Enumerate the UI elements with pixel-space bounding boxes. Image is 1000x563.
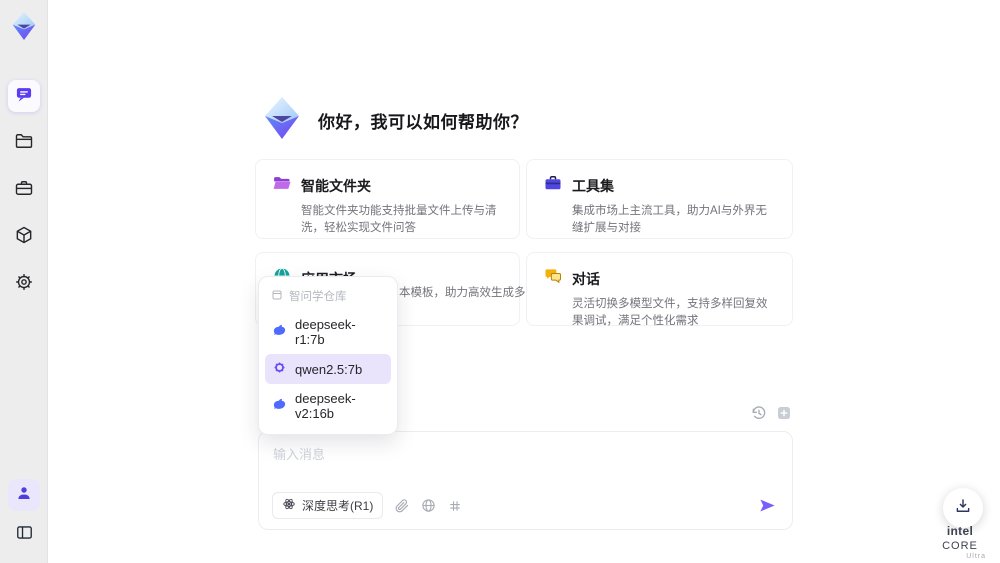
greeting-row: 你好，我可以如何帮助你？ xyxy=(258,94,528,147)
folder-icon xyxy=(14,131,34,156)
sidebar-item-settings[interactable] xyxy=(8,268,40,300)
atom-icon xyxy=(282,497,296,514)
history-icon[interactable] xyxy=(751,405,767,421)
qwen-icon xyxy=(272,360,287,378)
globe-icon[interactable] xyxy=(421,498,436,513)
panel-icon xyxy=(15,523,34,547)
model-option-label: deepseek-v2:16b xyxy=(295,391,356,421)
paperclip-icon[interactable] xyxy=(395,498,409,513)
gear-icon xyxy=(14,272,34,297)
sidebar-item-collapse[interactable] xyxy=(8,519,40,551)
sidebar-bottom xyxy=(8,479,40,551)
briefcase-blue-icon xyxy=(543,173,563,198)
card-desc: 集成市场上主流工具，助力AI与外界无缝扩展与对接 xyxy=(572,205,767,235)
deepseek-whale-icon xyxy=(272,323,287,341)
download-icon xyxy=(954,497,972,520)
model-option-label: deepseek-r1:7b xyxy=(295,317,356,347)
deep-think-label: 深度思考(R1) xyxy=(302,499,374,513)
card-smart-folder[interactable]: 智能文件夹 智能文件夹功能支持批量文件上传与清洗，轻松实现文件问答 xyxy=(255,159,520,239)
intel-brand-text: intel xyxy=(946,524,974,538)
briefcase-icon xyxy=(14,178,34,203)
model-option-deepseek-v2[interactable]: deepseek-v2:16b xyxy=(265,385,391,427)
greeting-text: 你好，我可以如何帮助你？ xyxy=(318,113,528,132)
app-logo xyxy=(8,10,40,42)
sidebar xyxy=(0,0,48,563)
model-dropdown-header-label: 智问学仓库 xyxy=(289,291,347,303)
card-toolset[interactable]: 工具集 集成市场上主流工具，助力AI与外界无缝扩展与对接 xyxy=(526,159,793,239)
card-desc: 灵活切换多模型文件，支持多样回复效果调试，满足个性化需求 xyxy=(572,298,768,328)
sidebar-nav xyxy=(8,80,40,300)
intel-core-text: core xyxy=(942,540,978,552)
cube-icon xyxy=(14,225,34,250)
intel-core-badge: intel core Ultra xyxy=(928,524,992,560)
folder-purple-icon xyxy=(272,173,292,198)
repo-icon xyxy=(271,289,283,304)
card-title: 智能文件夹 xyxy=(301,177,371,194)
sidebar-item-folders[interactable] xyxy=(8,127,40,159)
sidebar-item-models[interactable] xyxy=(8,221,40,253)
model-option-label: qwen2.5:7b xyxy=(295,361,363,377)
card-title: 对话 xyxy=(572,270,600,287)
model-option-deepseek-r1[interactable]: deepseek-r1:7b xyxy=(265,311,391,353)
chat-actions xyxy=(751,405,792,421)
sidebar-item-account[interactable] xyxy=(8,479,40,511)
model-dropdown-header: 智问学仓库 xyxy=(265,284,391,310)
grid-icon[interactable] xyxy=(448,499,462,513)
greeting-logo xyxy=(258,94,306,147)
sidebar-item-toolbox[interactable] xyxy=(8,174,40,206)
card-conversation[interactable]: 对话 灵活切换多模型文件，支持多样回复效果调试，满足个性化需求 xyxy=(526,252,793,327)
model-dropdown: 智问学仓库 deepseek-r1:7b qwen2.5:7b deepseek… xyxy=(258,276,398,435)
new-chat-icon[interactable] xyxy=(776,405,792,421)
message-input[interactable] xyxy=(273,444,778,486)
send-icon[interactable] xyxy=(758,496,777,515)
composer-toolbar: 深度思考(R1) xyxy=(272,492,777,519)
chat-yellow-icon xyxy=(543,266,563,291)
user-icon xyxy=(15,484,33,507)
deepseek-whale-icon xyxy=(272,397,287,415)
card-desc: 智能文件夹功能支持批量文件上传与清洗，轻松实现文件问答 xyxy=(301,205,497,235)
deep-think-toggle[interactable]: 深度思考(R1) xyxy=(272,492,384,519)
sidebar-item-chat[interactable] xyxy=(8,80,40,112)
card-title: 工具集 xyxy=(572,177,614,194)
download-button[interactable] xyxy=(943,488,983,528)
composer: 深度思考(R1) xyxy=(258,431,793,530)
intel-sub-text: Ultra xyxy=(966,553,986,560)
chat-bubble-icon xyxy=(14,84,34,109)
model-option-qwen[interactable]: qwen2.5:7b xyxy=(265,354,391,384)
card-desc: 本模板，助力高效生成多 xyxy=(399,287,526,299)
